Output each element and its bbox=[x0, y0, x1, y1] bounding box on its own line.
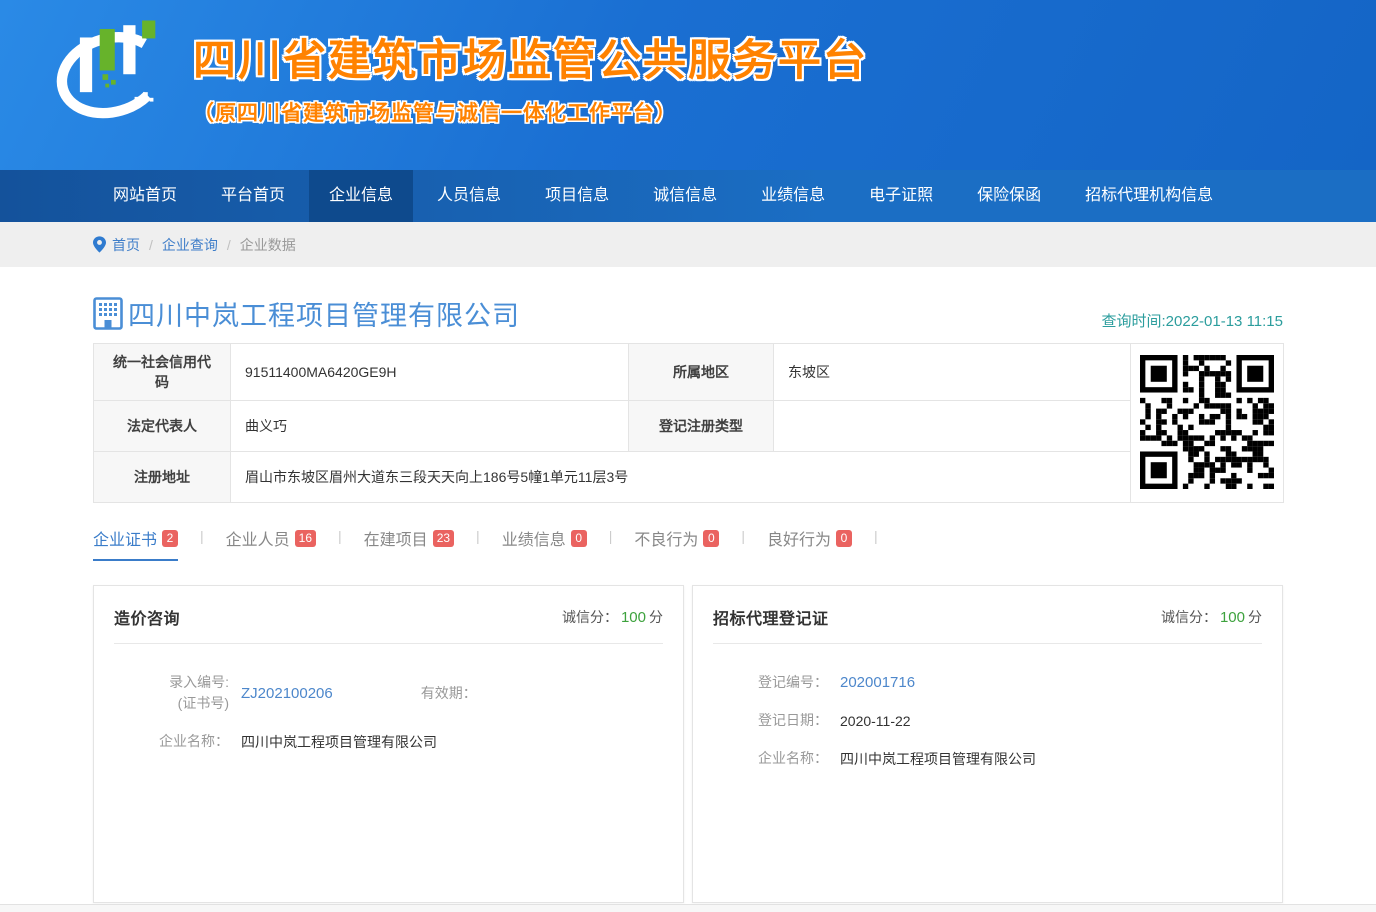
company-name-value: 四川中岚工程项目管理有限公司 bbox=[840, 749, 1036, 769]
company-name: 四川中岚工程项目管理有限公司 bbox=[128, 294, 520, 333]
nav-item-performance-info[interactable]: 业绩信息 bbox=[741, 170, 845, 222]
label-region: 所属地区 bbox=[629, 344, 774, 401]
card-cost-consulting: 造价咨询 诚信分：100分 录入编号:(证书号) ZJ202100206 有效期… bbox=[93, 585, 684, 903]
tab-count-badge: 23 bbox=[433, 530, 454, 547]
field-row-cert-no: 录入编号:(证书号) ZJ202100206 有效期： bbox=[114, 672, 663, 714]
label-registered-address: 注册地址 bbox=[94, 452, 231, 503]
tab-label: 在建项目 bbox=[364, 526, 428, 550]
label-registration-type: 登记注册类型 bbox=[629, 401, 774, 452]
label-legal-representative: 法定代表人 bbox=[94, 401, 231, 452]
nav-item-platform-home[interactable]: 平台首页 bbox=[201, 170, 305, 222]
value-region: 东坡区 bbox=[774, 344, 1131, 401]
nav-item-credit-info[interactable]: 诚信信息 bbox=[633, 170, 737, 222]
credit-score: 诚信分：100分 bbox=[1161, 607, 1262, 627]
cert-no-link[interactable]: ZJ202100206 bbox=[241, 685, 333, 702]
tab-label: 业绩信息 bbox=[502, 526, 566, 550]
site-header: 四川省建筑市场监管公共服务平台 （原四川省建筑市场监管与诚信一体化工作平台） bbox=[0, 0, 1376, 170]
card-title: 招标代理登记证 bbox=[713, 605, 829, 629]
breadcrumb-separator: / bbox=[149, 237, 153, 253]
tab-label: 良好行为 bbox=[767, 526, 831, 550]
footer-strip bbox=[0, 904, 1376, 912]
tab-count-badge: 0 bbox=[836, 530, 852, 547]
company-title-row: 四川中岚工程项目管理有限公司 查询时间:2022-01-13 11:15 bbox=[93, 294, 1283, 333]
nav-item-site-home[interactable]: 网站首页 bbox=[93, 170, 197, 222]
field-label-registration-no: 登记编号： bbox=[713, 672, 828, 693]
nav-item-e-certificate[interactable]: 电子证照 bbox=[849, 170, 953, 222]
tab-enterprise-certificates[interactable]: 企业证书 2 bbox=[93, 526, 178, 561]
query-time: 查询时间:2022-01-13 11:15 bbox=[1102, 310, 1284, 333]
breadcrumb-current: 企业数据 bbox=[240, 235, 296, 255]
field-label-entry-no: 录入编号:(证书号) bbox=[114, 672, 229, 714]
label-credit-code: 统一社会信用代码 bbox=[94, 344, 231, 401]
breadcrumb-separator: / bbox=[227, 237, 231, 253]
tab-separator: | bbox=[476, 526, 480, 544]
field-label-validity: 有效期： bbox=[421, 683, 477, 704]
value-credit-code: 91511400MA6420GE9H bbox=[231, 344, 629, 401]
nav-item-insurance-guarantee[interactable]: 保险保函 bbox=[957, 170, 1061, 222]
certificate-cards: 造价咨询 诚信分：100分 录入编号:(证书号) ZJ202100206 有效期… bbox=[93, 585, 1283, 903]
breadcrumb-bar: 首页 / 企业查询 / 企业数据 bbox=[0, 222, 1376, 267]
breadcrumb-home[interactable]: 首页 bbox=[112, 235, 140, 255]
value-legal-representative: 曲义巧 bbox=[231, 401, 629, 452]
tab-projects-under-construction[interactable]: 在建项目 23 bbox=[364, 526, 454, 559]
tab-separator: | bbox=[874, 526, 878, 544]
field-label-company-name: 企业名称： bbox=[114, 731, 229, 752]
breadcrumb-enterprise-query[interactable]: 企业查询 bbox=[162, 235, 218, 255]
nav-item-bidding-agency-info[interactable]: 招标代理机构信息 bbox=[1065, 170, 1233, 222]
table-row: 统一社会信用代码 91511400MA6420GE9H 所属地区 东坡区 bbox=[94, 344, 1284, 401]
site-title: 四川省建筑市场监管公共服务平台 bbox=[193, 26, 868, 88]
table-row: 注册地址 眉山市东坡区眉州大道东三段天天向上186号5幢1单元11层3号 bbox=[94, 452, 1284, 503]
company-info-table: 统一社会信用代码 91511400MA6420GE9H 所属地区 东坡区 法定代… bbox=[93, 343, 1284, 503]
tab-separator: | bbox=[338, 526, 342, 544]
nav-item-project-info[interactable]: 项目信息 bbox=[525, 170, 629, 222]
tab-enterprise-personnel[interactable]: 企业人员 16 bbox=[226, 526, 316, 559]
platform-logo-icon bbox=[45, 14, 177, 126]
tab-count-badge: 16 bbox=[295, 530, 316, 547]
field-label-registration-date: 登记日期： bbox=[713, 710, 828, 731]
registration-date-value: 2020-11-22 bbox=[840, 713, 911, 729]
tab-label: 企业人员 bbox=[226, 526, 290, 550]
score-label: 诚信分： bbox=[1161, 609, 1217, 625]
site-subtitle: （原四川省建筑市场监管与诚信一体化工作平台） bbox=[193, 97, 868, 127]
tab-label: 企业证书 bbox=[93, 526, 157, 550]
tab-performance-info[interactable]: 业绩信息 0 bbox=[502, 526, 587, 559]
registration-no-link[interactable]: 202001716 bbox=[840, 674, 915, 691]
value-registration-type bbox=[774, 401, 1131, 452]
credit-score: 诚信分：100分 bbox=[562, 607, 663, 627]
card-bidding-agency: 招标代理登记证 诚信分：100分 登记编号： 202001716 登记日期： 2… bbox=[692, 585, 1283, 903]
page: 四川省建筑市场监管公共服务平台 （原四川省建筑市场监管与诚信一体化工作平台） 网… bbox=[0, 0, 1376, 912]
field-row-registration-no: 登记编号： 202001716 bbox=[713, 672, 1262, 693]
tab-count-badge: 0 bbox=[703, 530, 719, 547]
score-value: 100 bbox=[621, 609, 646, 626]
tab-separator: | bbox=[609, 526, 613, 544]
qr-code bbox=[1131, 344, 1284, 503]
location-pin-icon bbox=[93, 236, 106, 253]
tab-separator: | bbox=[200, 526, 204, 544]
nav-item-enterprise-info[interactable]: 企业信息 bbox=[309, 170, 413, 222]
score-label: 诚信分： bbox=[562, 609, 618, 625]
field-row-company-name: 企业名称： 四川中岚工程项目管理有限公司 bbox=[713, 748, 1262, 769]
table-row: 法定代表人 曲义巧 登记注册类型 bbox=[94, 401, 1284, 452]
header-title-block: 四川省建筑市场监管公共服务平台 （原四川省建筑市场监管与诚信一体化工作平台） bbox=[193, 14, 868, 127]
building-icon bbox=[93, 297, 123, 330]
card-title: 造价咨询 bbox=[114, 605, 180, 629]
score-unit: 分 bbox=[649, 609, 663, 625]
score-unit: 分 bbox=[1248, 609, 1262, 625]
field-row-registration-date: 登记日期： 2020-11-22 bbox=[713, 710, 1262, 731]
tab-count-badge: 2 bbox=[162, 530, 178, 547]
field-row-company-name: 企业名称： 四川中岚工程项目管理有限公司 bbox=[114, 731, 663, 752]
field-label-company-name: 企业名称： bbox=[713, 748, 828, 769]
tabs-row: 企业证书 2 | 企业人员 16 | 在建项目 23 | 业绩信息 0 | 不良… bbox=[93, 526, 1283, 561]
tab-label: 不良行为 bbox=[634, 526, 698, 550]
breadcrumb: 首页 / 企业查询 / 企业数据 bbox=[93, 222, 1283, 267]
tab-good-behavior[interactable]: 良好行为 0 bbox=[767, 526, 852, 559]
main-nav: 网站首页 平台首页 企业信息 人员信息 项目信息 诚信信息 业绩信息 电子证照 … bbox=[0, 170, 1376, 222]
tab-separator: | bbox=[741, 526, 745, 544]
nav-item-personnel-info[interactable]: 人员信息 bbox=[417, 170, 521, 222]
value-registered-address: 眉山市东坡区眉州大道东三段天天向上186号5幢1单元11层3号 bbox=[231, 452, 1131, 503]
company-name-value: 四川中岚工程项目管理有限公司 bbox=[241, 732, 437, 752]
tab-bad-behavior[interactable]: 不良行为 0 bbox=[634, 526, 719, 559]
tab-count-badge: 0 bbox=[571, 530, 587, 547]
score-value: 100 bbox=[1220, 609, 1245, 626]
